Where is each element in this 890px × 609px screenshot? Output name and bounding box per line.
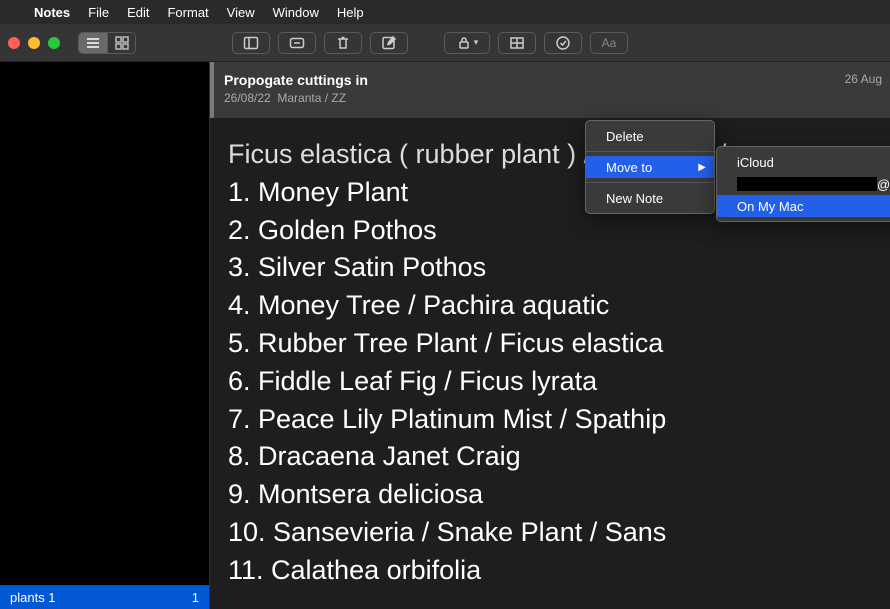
menu-view[interactable]: View: [227, 5, 255, 20]
menu-item-icloud[interactable]: iCloud ▶: [717, 151, 890, 173]
lock-button[interactable]: ▾: [444, 32, 490, 54]
menubar: Notes File Edit Format View Window Help: [0, 0, 890, 24]
context-menu: Delete Move to ▶ New Note: [585, 120, 715, 214]
sidebar-icon: [243, 35, 259, 51]
menu-file[interactable]: File: [88, 5, 109, 20]
menu-window[interactable]: Window: [273, 5, 319, 20]
new-note-button[interactable]: [370, 32, 408, 54]
menu-help[interactable]: Help: [337, 5, 364, 20]
note-line: 4. Money Tree / Pachira aquatic: [228, 287, 880, 325]
folder-name: plants 1: [10, 590, 56, 605]
menu-item-delete[interactable]: Delete: [586, 125, 714, 147]
folder-row[interactable]: plants 1 1: [0, 585, 209, 609]
attachments-button[interactable]: [278, 32, 316, 54]
gallery-view-button[interactable]: [107, 33, 135, 53]
note-line: 5. Rubber Tree Plant / Ficus elastica: [228, 325, 880, 363]
note-title: Propogate cuttings in: [224, 72, 876, 88]
menu-edit[interactable]: Edit: [127, 5, 149, 20]
menu-item-gmail-account[interactable]: @gmail.com ▶: [717, 173, 890, 195]
menu-separator: [586, 151, 714, 152]
checklist-button[interactable]: [544, 32, 582, 54]
format-button[interactable]: Aa: [590, 32, 628, 54]
checklist-icon: [555, 35, 571, 51]
chevron-right-icon: ▶: [698, 162, 706, 173]
menu-item-move-to[interactable]: Move to ▶: [586, 156, 714, 178]
close-window-button[interactable]: [8, 37, 20, 49]
redacted-text: [737, 177, 877, 191]
note-line: 11. Calathea orbifolia: [228, 552, 880, 590]
note-subtitle: 26/08/22 Maranta / ZZ: [224, 91, 876, 105]
note-line: 8. Dracaena Janet Craig: [228, 438, 880, 476]
zoom-window-button[interactable]: [48, 37, 60, 49]
app-menu[interactable]: Notes: [34, 5, 70, 20]
lock-icon: [456, 35, 472, 51]
text-format-icon: Aa: [602, 36, 617, 50]
table-icon: [509, 35, 525, 51]
compose-icon: [381, 35, 397, 51]
note-corner-date: 26 Aug: [845, 72, 882, 86]
move-to-submenu: iCloud ▶ @gmail.com ▶ On My Mac ▶: [716, 146, 890, 222]
toolbar: ▾ Aa: [0, 24, 890, 62]
folder-count: 1: [192, 590, 199, 605]
view-mode-segment: [78, 32, 136, 54]
note-list-item[interactable]: Propogate cuttings in 26/08/22 Maranta /…: [210, 62, 890, 118]
note-line: 10. Sansevieria / Snake Plant / Sans: [228, 514, 880, 552]
list-view-button[interactable]: [79, 33, 107, 53]
window-controls: [8, 37, 60, 49]
note-line: 6. Fiddle Leaf Fig / Ficus lyrata: [228, 363, 880, 401]
menu-item-new-note[interactable]: New Note: [586, 187, 714, 209]
sidebar: plants 1 1: [0, 62, 210, 609]
note-line: 7. Peace Lily Platinum Mist / Spathip: [228, 401, 880, 439]
minimize-window-button[interactable]: [28, 37, 40, 49]
menu-format[interactable]: Format: [167, 5, 208, 20]
grid-icon: [114, 35, 130, 51]
menu-separator: [586, 182, 714, 183]
note-line: 9. Montsera deliciosa: [228, 476, 880, 514]
menu-item-on-my-mac[interactable]: On My Mac ▶: [717, 195, 890, 217]
trash-icon: [335, 35, 351, 51]
delete-note-button[interactable]: [324, 32, 362, 54]
toggle-sidebar-button[interactable]: [232, 32, 270, 54]
note-line: 3. Silver Satin Pothos: [228, 249, 880, 287]
chevron-down-icon: ▾: [474, 37, 479, 48]
table-button[interactable]: [498, 32, 536, 54]
list-icon: [85, 35, 101, 51]
note-content: Propogate cuttings in 26/08/22 Maranta /…: [210, 62, 890, 609]
attach-icon: [289, 35, 305, 51]
main-area: plants 1 1 Propogate cuttings in 26/08/2…: [0, 62, 890, 609]
